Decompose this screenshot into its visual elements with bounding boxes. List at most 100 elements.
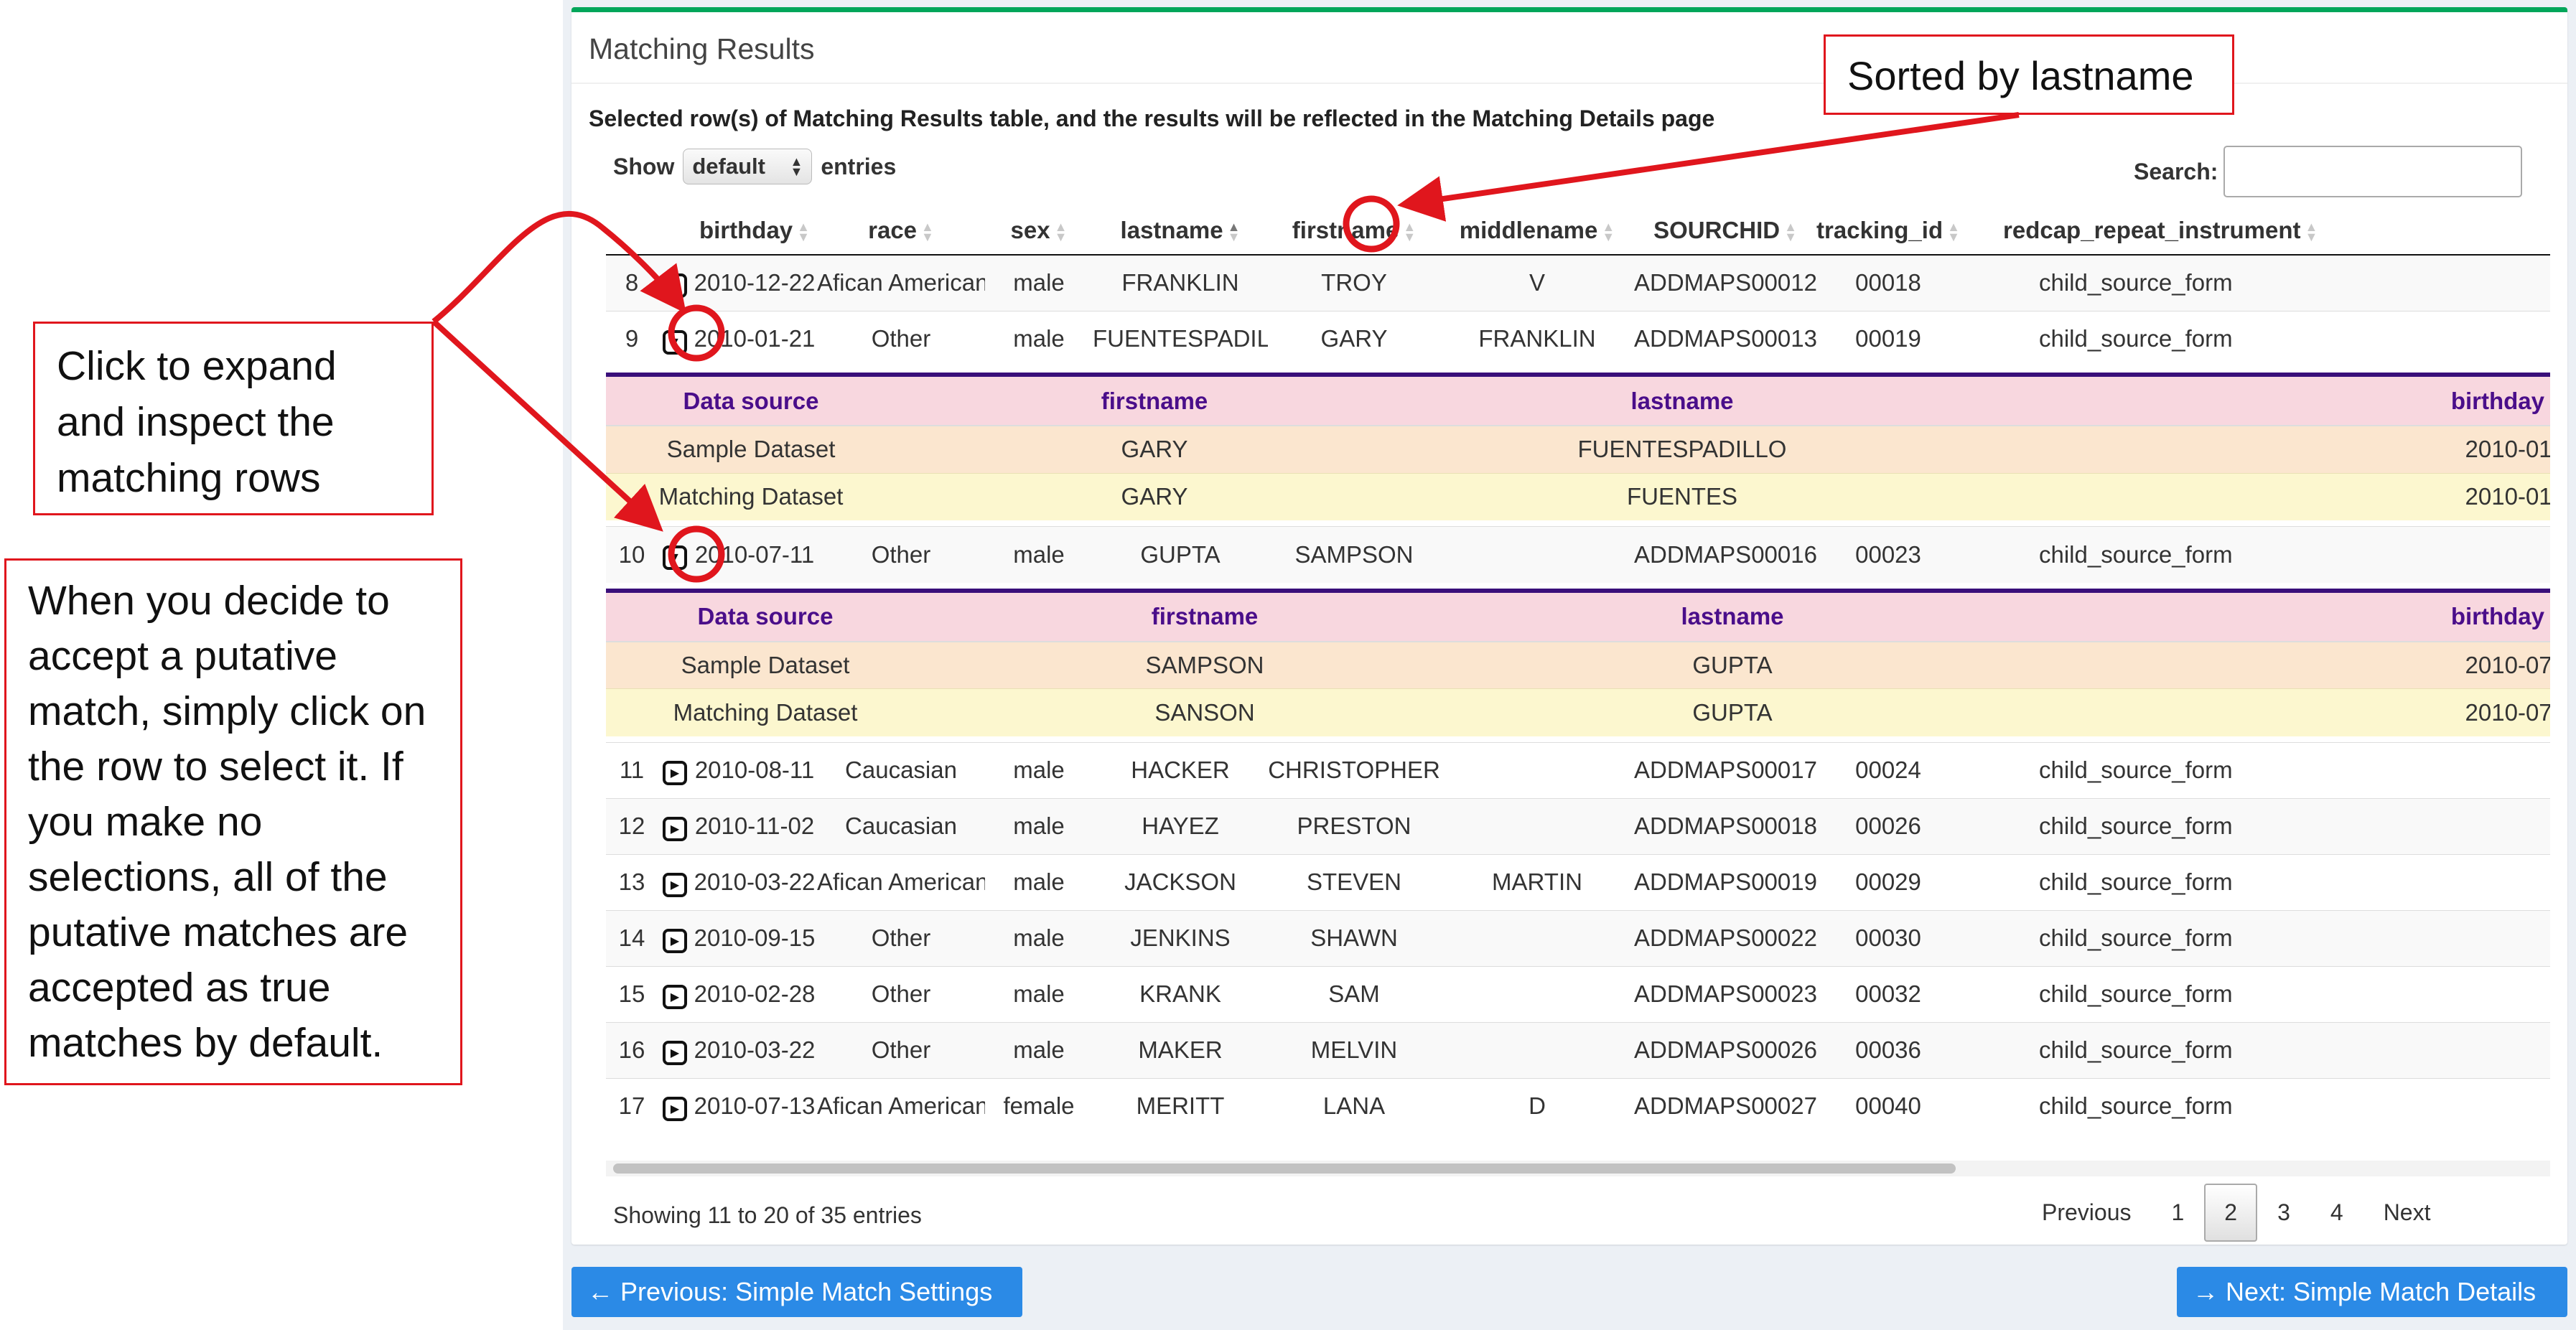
column-header-tracking-id[interactable]: tracking_id ▲ ▼ xyxy=(1816,206,1960,256)
entries-label: entries xyxy=(821,153,897,179)
collapse-icon[interactable]: ▼ xyxy=(663,545,687,571)
cell-tracking-id: 00018 xyxy=(1816,254,1960,311)
match-detail-table: Data source firstname lastname birthday Samp… xyxy=(606,588,2550,736)
expand-icon[interactable]: ▶ xyxy=(663,873,687,897)
pagination-previous[interactable]: Previous xyxy=(2022,1184,2152,1242)
table-row[interactable]: 15 ▶ 2010-02-28 Other male KRANK SAM ADDMAPS000… xyxy=(606,965,2550,1022)
column-header-middlename[interactable]: middlename ▲ ▼ xyxy=(1440,206,1634,256)
expand-icon[interactable]: ▶ xyxy=(663,1097,687,1122)
select-arrows-icon: ▲ ▼ xyxy=(790,154,803,179)
detail-header: lastname xyxy=(1413,377,1951,426)
cell-race: Other xyxy=(817,965,985,1022)
detail-header: birthday xyxy=(1951,377,2550,426)
column-header-redcap-repeat-instrument[interactable]: redcap_repeat_instrument ▲ ▼ xyxy=(1960,206,2550,256)
table-row[interactable]: 11 ▶ 2010-08-11 Caucasian male HACKER CHRISTOP… xyxy=(606,741,2550,798)
cell-birthday: 2010-07-13 xyxy=(692,1077,817,1134)
cell-sourchid: ADDMAPS00022 xyxy=(1634,909,1816,966)
cell-firstname: STEVEN xyxy=(1268,853,1440,910)
expand-icon[interactable]: ▶ xyxy=(663,929,687,953)
row-index: 15 xyxy=(606,965,658,1022)
cell-sex: female xyxy=(985,1077,1093,1134)
table-body: 8 ▶ 2010-12-22 Afican American male FRANKLIN T… xyxy=(606,254,2550,1134)
pagination-page-2[interactable]: 2 xyxy=(2204,1184,2258,1242)
search-control: Search: xyxy=(2134,146,2523,197)
column-header-sourchid[interactable]: SOURCHID ▲ ▼ xyxy=(1634,206,1816,256)
table-row[interactable]: 13 ▶ 2010-03-22 Afican American male JACKSON S… xyxy=(606,853,2550,910)
detail-row: Data source firstname lastname birthday Samp… xyxy=(606,367,2550,527)
results-table: birthday ▲ ▼ race ▲ ▼ sex ▲ ▼ lastname ▲ ▼ first… xyxy=(606,206,2550,1134)
table-row[interactable]: 14 ▶ 2010-09-15 Other male JENKINS SHAWN ADDMAP… xyxy=(606,909,2550,966)
expand-cell: ▶ xyxy=(658,909,692,966)
results-table-container: birthday ▲ ▼ race ▲ ▼ sex ▲ ▼ lastname ▲ ▼ first… xyxy=(606,206,2550,1159)
page-length-select[interactable]: default ▲ ▼ xyxy=(683,149,813,184)
detail-table: Data source firstname lastname birthday Samp… xyxy=(606,377,2550,520)
table-row[interactable]: 16 ▶ 2010-03-22 Other male MAKER MELVIN ADDMAPS… xyxy=(606,1021,2550,1078)
table-row[interactable]: 12 ▶ 2010-11-02 Caucasian male HAYEZ PRESTON AD… xyxy=(606,797,2550,854)
cell-instrument: child_source_form xyxy=(1960,797,2550,854)
pagination-page-4[interactable]: 4 xyxy=(2310,1184,2363,1242)
previous-step-button[interactable]: ← Previous: Simple Match Settings xyxy=(571,1267,1022,1317)
cell-sex: male xyxy=(985,1021,1093,1078)
expand-icon[interactable]: ▶ xyxy=(663,761,687,785)
detail-header: Data source xyxy=(606,377,896,426)
sort-icon: ▲ ▼ xyxy=(1602,219,1615,244)
expand-icon[interactable]: ▶ xyxy=(663,985,687,1009)
table-row[interactable]: 8 ▶ 2010-12-22 Afican American male FRANKLIN T… xyxy=(606,254,2550,311)
cell-birthday: 2010-03-22 xyxy=(692,1021,817,1078)
cell-sourchid: ADDMAPS00023 xyxy=(1634,965,1816,1022)
detail-row: Data source firstname lastname birthday Samp… xyxy=(606,582,2550,742)
cell-tracking-id: 00036 xyxy=(1816,1021,1960,1078)
cell-sex: male xyxy=(985,909,1093,966)
cell-birthday: 2010-02-28 xyxy=(692,965,817,1022)
cell-instrument: child_source_form xyxy=(1960,853,2550,910)
cell-lastname: GUPTA xyxy=(1093,526,1268,583)
expand-icon[interactable]: ▶ xyxy=(663,273,687,299)
cell-race: Other xyxy=(817,526,985,583)
detail-value: 2010-07-1 xyxy=(1980,688,2550,736)
search-input[interactable] xyxy=(2223,146,2523,197)
detail-value: SAMPSON xyxy=(925,641,1485,689)
horizontal-scrollbar[interactable] xyxy=(606,1161,2550,1176)
pagination-page-3[interactable]: 3 xyxy=(2257,1184,2310,1242)
expand-icon[interactable]: ▶ xyxy=(663,1041,687,1065)
cell-race: Afican American xyxy=(817,1077,985,1134)
column-header-firstname[interactable]: firstname ▲ ▼ xyxy=(1268,206,1440,256)
pagination-page-1[interactable]: 1 xyxy=(2152,1184,2205,1242)
cell-instrument: child_source_form xyxy=(1960,310,2550,367)
cell-firstname: CHRISTOPHER xyxy=(1268,741,1440,798)
table-row[interactable]: 9▼2010-01-21OthermaleFUENTESPADILLOGARYF… xyxy=(606,310,2550,367)
pagination: Previous 1 2 3 4 Next xyxy=(2022,1184,2450,1242)
detail-value: SANSON xyxy=(925,688,1485,736)
cell-instrument: child_source_form xyxy=(1960,741,2550,798)
collapse-icon[interactable]: ▼ xyxy=(663,329,687,355)
table-row[interactable]: 10 ▼ 2010-07-11 Other male GUPTA SAMPSON ADDMAP… xyxy=(606,526,2550,583)
column-header-birthday[interactable]: birthday ▲ ▼ xyxy=(692,206,817,256)
column-header-lastname[interactable]: lastname ▲ ▼ xyxy=(1093,206,1268,256)
cell-middlename: V xyxy=(1440,254,1634,311)
column-header-sex[interactable]: sex ▲ ▼ xyxy=(985,206,1093,256)
scrollbar-thumb[interactable] xyxy=(613,1163,1956,1174)
row-index: 8 xyxy=(606,254,658,311)
cell-sourchid: ADDMAPS00012 xyxy=(1634,254,1816,311)
cell-lastname: JENKINS xyxy=(1093,909,1268,966)
cell-birthday: 2010-03-22 xyxy=(692,853,817,910)
match-detail-table: Data source firstname lastname birthday Samp… xyxy=(606,373,2550,520)
page-length-control: Show default ▲ ▼ entries xyxy=(613,149,896,184)
cell-sourchid: ADDMAPS00016 xyxy=(1634,526,1816,583)
cell-middlename: D xyxy=(1440,1077,1634,1134)
detail-header: lastname xyxy=(1485,592,1980,642)
table-info: Showing 11 to 20 of 35 entries xyxy=(613,1202,922,1228)
pagination-next[interactable]: Next xyxy=(2363,1184,2451,1242)
detail-header-row: Data source firstname lastname birthday xyxy=(606,592,2550,642)
cell-birthday: 2010-01-21 xyxy=(692,310,817,367)
cell-middlename xyxy=(1440,741,1634,798)
table-row[interactable]: 17 ▶ 2010-07-13 Afican American female MERITT… xyxy=(606,1077,2550,1134)
search-label: Search: xyxy=(2134,158,2218,184)
next-step-button[interactable]: → Next: Simple Match Details xyxy=(2177,1267,2567,1317)
sort-icon: ▲ ▼ xyxy=(921,219,934,244)
column-header-race[interactable]: race ▲ ▼ xyxy=(817,206,985,256)
cell-birthday: 2010-09-15 xyxy=(692,909,817,966)
expand-icon[interactable]: ▶ xyxy=(663,817,687,841)
detail-header-row: Data source firstname lastname birthday xyxy=(606,377,2550,426)
header-index xyxy=(606,206,658,256)
